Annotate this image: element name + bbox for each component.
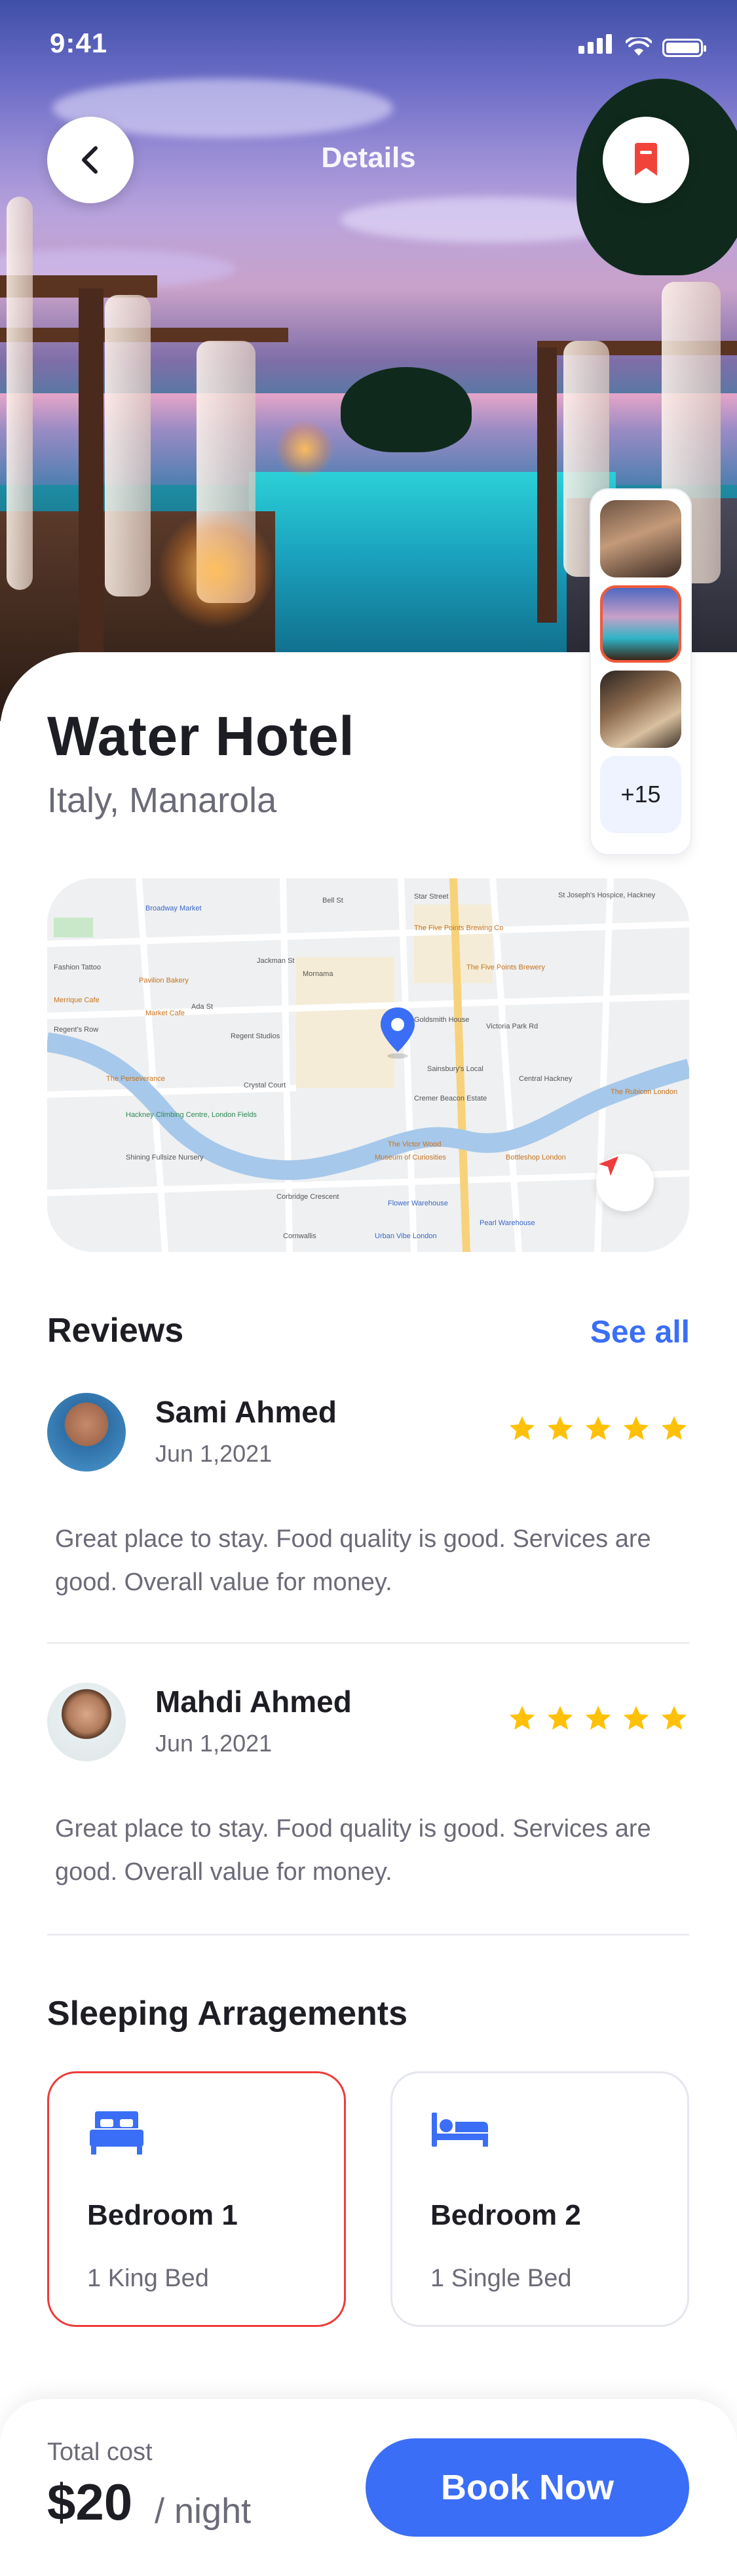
star-icon	[585, 1416, 611, 1440]
status-icons	[578, 34, 706, 57]
reviews-title: Reviews	[47, 1312, 184, 1350]
signal-icon	[578, 34, 615, 57]
gallery-thumb-pool-selected[interactable]	[600, 585, 681, 663]
bookmark-icon	[635, 143, 657, 176]
star-icon	[623, 1416, 649, 1440]
avatar	[47, 1393, 126, 1472]
star-icon	[661, 1416, 687, 1440]
review-text: Great place to stay. Food quality is goo…	[55, 1525, 651, 1596]
review-text: Great place to stay. Food quality is goo…	[55, 1815, 651, 1886]
divider	[47, 1642, 689, 1644]
star-icon	[509, 1416, 535, 1440]
price-unit: / night	[155, 2491, 252, 2531]
avatar	[47, 1683, 126, 1761]
star-icon	[547, 1706, 573, 1730]
reviewer-name: Sami Ahmed	[155, 1395, 337, 1429]
gallery-thumb-bedroom[interactable]	[600, 671, 681, 748]
book-now-button[interactable]: Book Now	[366, 2438, 689, 2537]
gallery-more-button[interactable]: +15	[600, 756, 681, 833]
star-icon	[661, 1706, 687, 1730]
rating-stars	[507, 1704, 689, 1734]
price: $20	[47, 2473, 133, 2531]
reviewer-name: Mahdi Ahmed	[155, 1685, 352, 1719]
star-icon	[547, 1416, 573, 1440]
room-bed-type: 1 Single Bed	[430, 2265, 572, 2292]
bookmark-button[interactable]	[603, 117, 689, 203]
double-bed-icon	[90, 2111, 143, 2155]
total-cost-label: Total cost	[47, 2438, 153, 2466]
review-date: Jun 1,2021	[155, 1730, 273, 1757]
photo-gallery: +15	[590, 488, 692, 855]
single-bed-icon	[432, 2113, 488, 2147]
location-map[interactable]: Broadway Market Bell St Star Street St J…	[47, 878, 689, 1252]
star-icon	[623, 1706, 649, 1730]
status-time: 9:41	[50, 28, 108, 58]
map-streets	[47, 878, 689, 1252]
room-name: Bedroom 2	[430, 2199, 581, 2231]
room-bed-type: 1 King Bed	[87, 2265, 209, 2292]
see-all-link[interactable]: See all	[590, 1314, 690, 1350]
review-date: Jun 1,2021	[155, 1440, 273, 1467]
rating-stars	[507, 1414, 689, 1444]
hotel-name: Water Hotel	[47, 705, 355, 767]
star-icon	[509, 1706, 535, 1730]
wifi-icon	[626, 37, 652, 56]
hotel-location: Italy, Manarola	[47, 781, 277, 820]
room-name: Bedroom 1	[87, 2199, 238, 2231]
room-card-bedroom-2[interactable]: Bedroom 2 1 Single Bed	[390, 2071, 689, 2327]
star-icon	[585, 1706, 611, 1730]
navigate-button[interactable]	[596, 1154, 654, 1211]
sleeping-title: Sleeping Arragements	[47, 1995, 408, 2033]
navigation-arrow-icon	[599, 1156, 618, 1176]
map-pin-icon	[381, 1007, 415, 1059]
status-bar: 9:41	[0, 0, 737, 85]
divider	[47, 1934, 689, 1936]
room-card-bedroom-1[interactable]: Bedroom 1 1 King Bed	[47, 2071, 346, 2327]
gallery-thumb-room[interactable]	[600, 500, 681, 577]
booking-bar: Total cost $20 / night Book Now	[0, 2399, 737, 2576]
battery-icon	[662, 39, 706, 57]
